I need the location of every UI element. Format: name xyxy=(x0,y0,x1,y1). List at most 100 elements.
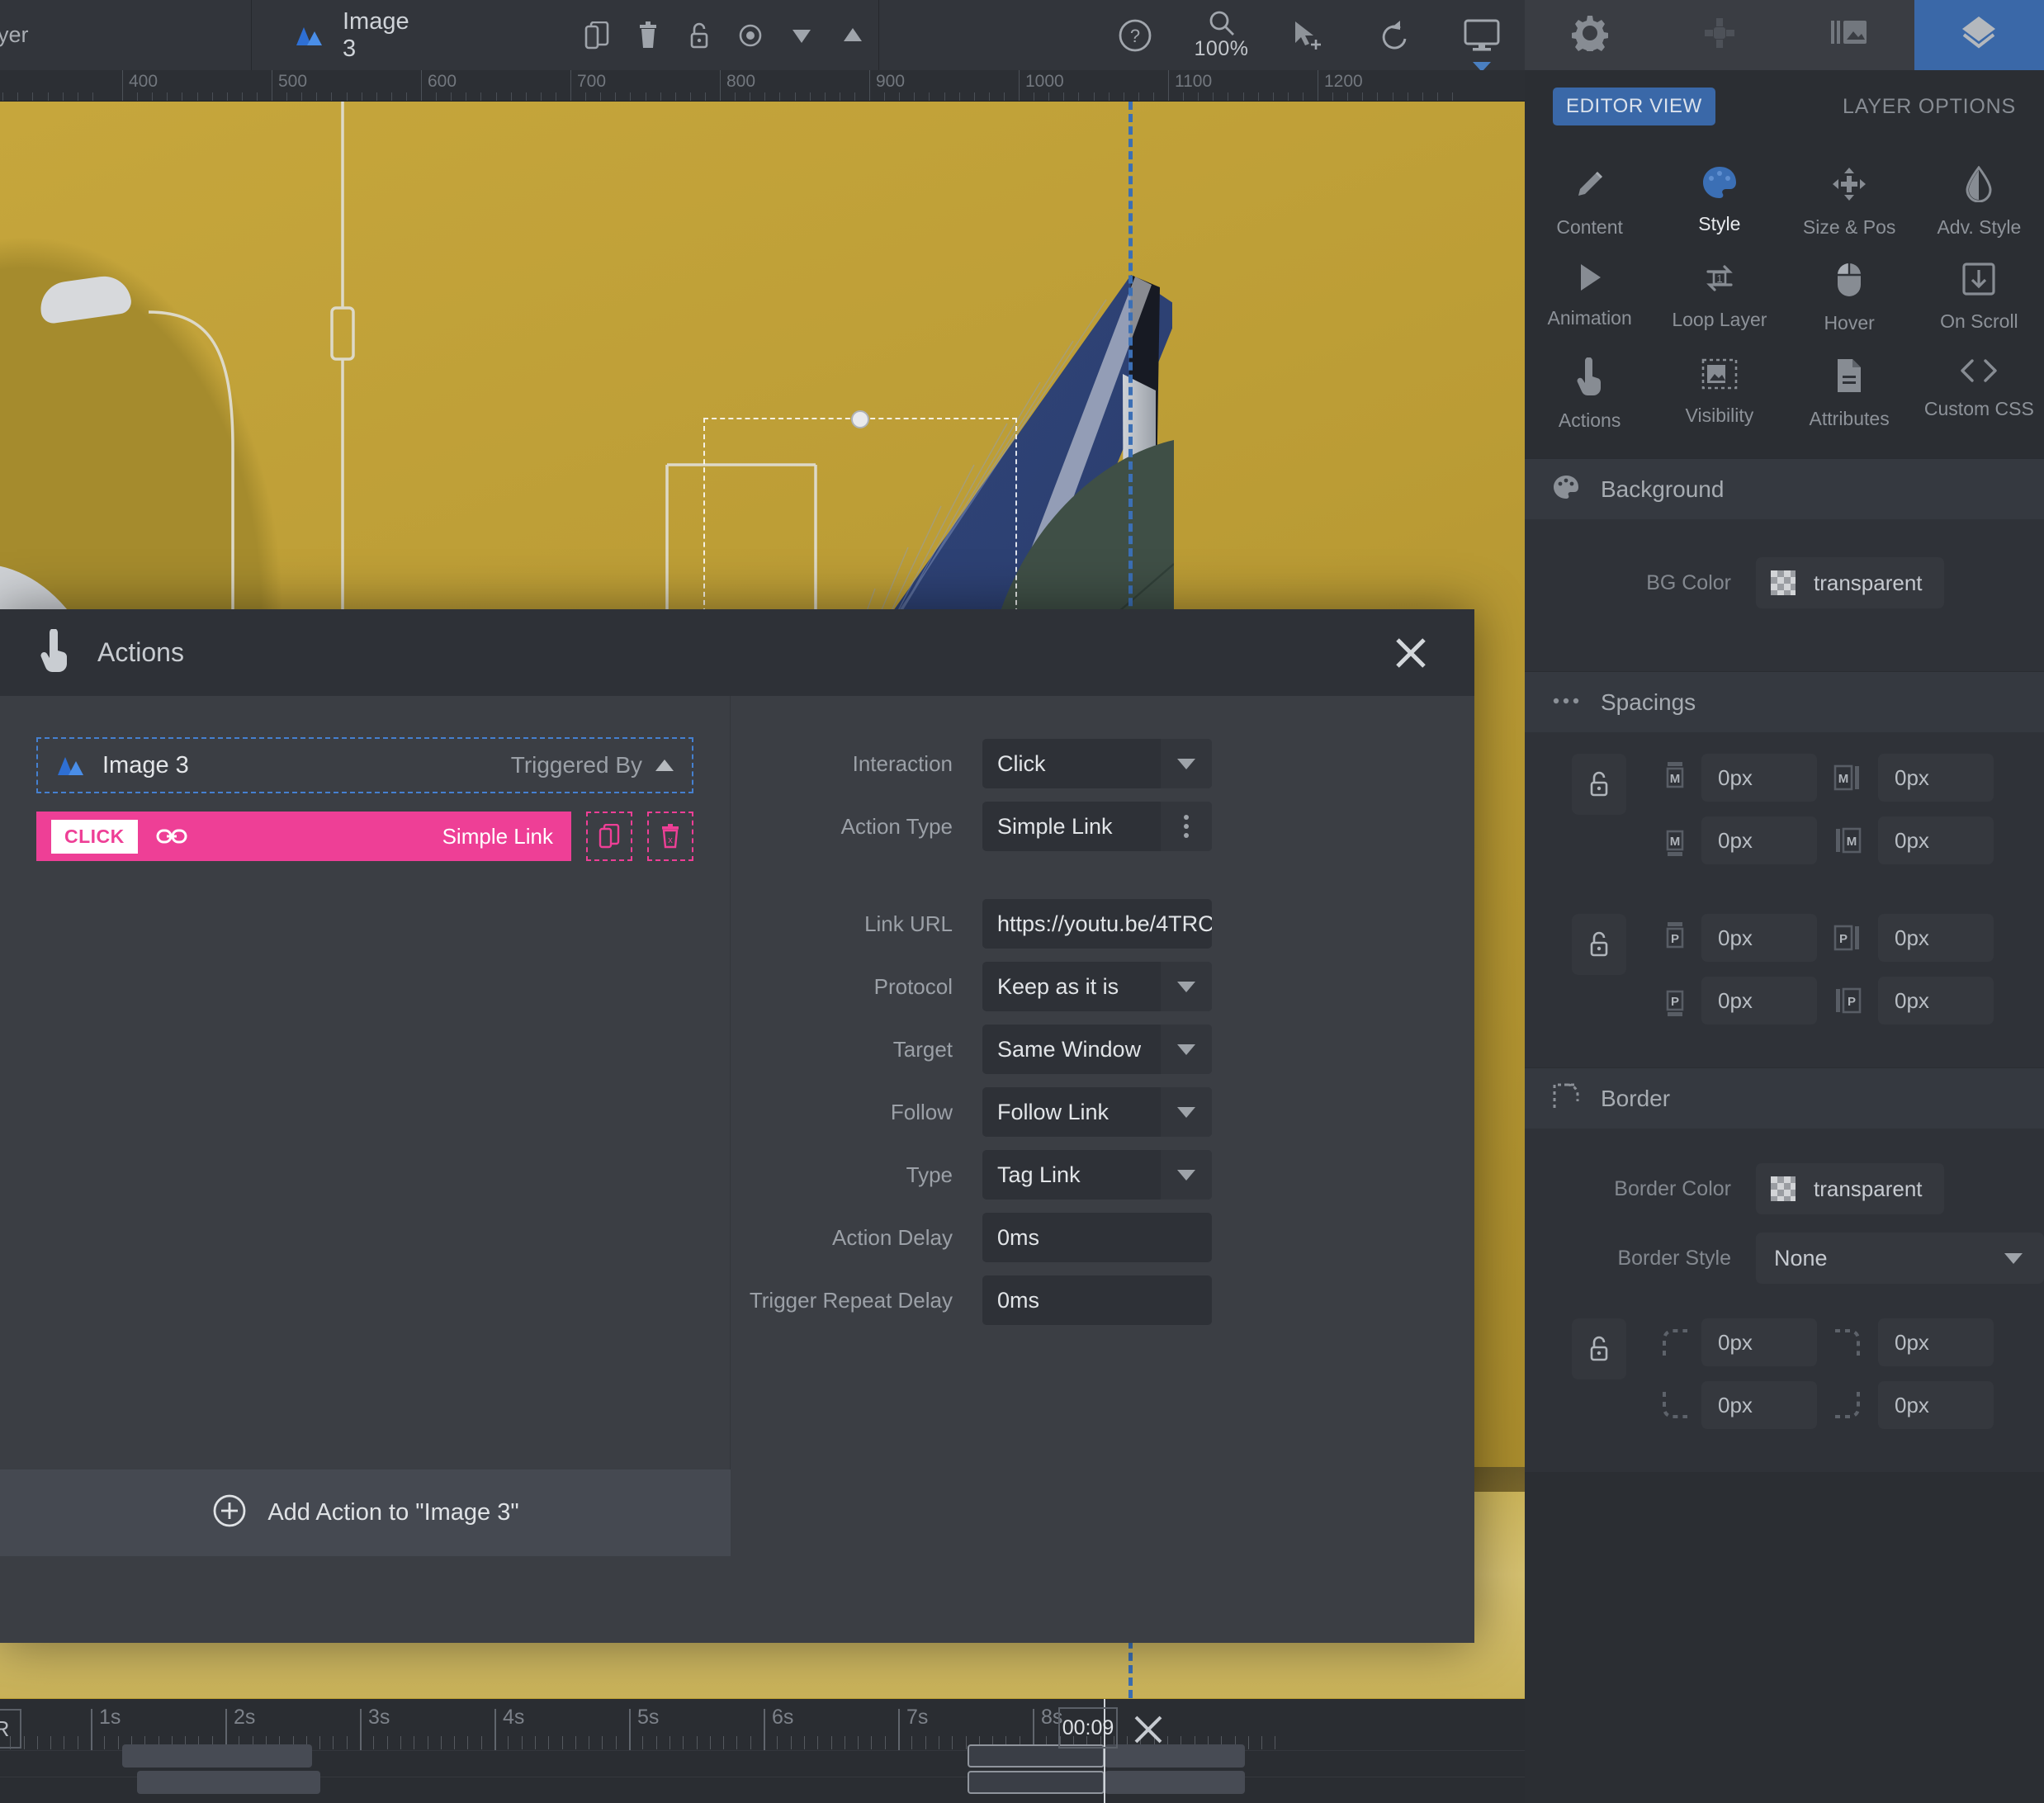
monitor-icon[interactable] xyxy=(1438,0,1525,72)
timeline-bar[interactable] xyxy=(122,1744,312,1768)
margin-lock-button[interactable] xyxy=(1572,754,1626,815)
padding-top-field[interactable]: 0px xyxy=(1701,914,1817,962)
actions-layer-row[interactable]: Image 3 Triggered By xyxy=(36,737,693,793)
field-control[interactable]: 0ms xyxy=(982,1213,1212,1262)
radius-tr-field[interactable]: 0px xyxy=(1878,1318,1994,1366)
editor-view-pill[interactable]: EDITOR VIEW xyxy=(1553,88,1715,125)
field-control[interactable]: Keep as it is xyxy=(982,962,1212,1011)
duplicate-icon[interactable] xyxy=(586,812,632,861)
trash-icon[interactable] xyxy=(622,0,674,70)
padding-left-field[interactable]: 0px xyxy=(1878,977,1994,1025)
action-item-main[interactable]: CLICK Simple Link xyxy=(36,812,571,861)
unlock-icon[interactable] xyxy=(674,0,725,70)
border-section-header[interactable]: Border xyxy=(1525,1067,2044,1129)
field-control[interactable]: Follow Link xyxy=(982,1087,1212,1137)
selection-handle[interactable] xyxy=(851,410,869,428)
kebab-menu-icon[interactable] xyxy=(1161,802,1212,851)
undo-icon[interactable] xyxy=(1351,0,1438,70)
tab-slides[interactable] xyxy=(1784,0,1914,70)
timeline-ruler[interactable]: R 1s 2s 3s 4s 5s 6s 7s 8s xyxy=(0,1699,1525,1750)
move-up-icon[interactable] xyxy=(827,0,878,70)
add-action-button[interactable]: Add Action to "Image 3" xyxy=(0,1469,731,1556)
field-value: 0ms xyxy=(997,1288,1040,1313)
radius-tl-field[interactable]: 0px xyxy=(1701,1318,1817,1366)
background-section-header[interactable]: Background xyxy=(1525,458,2044,519)
timeline-close-icon[interactable] xyxy=(1129,1711,1167,1749)
zoom-level-button[interactable]: 100% xyxy=(1178,0,1265,70)
chevron-down-icon[interactable] xyxy=(1161,962,1212,1011)
layer-option-actions[interactable]: Actions xyxy=(1525,344,1654,442)
copy-icon[interactable] xyxy=(571,0,622,70)
margin-bottom-field[interactable]: 0px xyxy=(1701,816,1817,864)
ruler-minor-tick xyxy=(32,92,34,101)
field-control[interactable]: Simple Link xyxy=(982,802,1212,851)
border-color-field[interactable]: transparent xyxy=(1756,1163,1944,1214)
layer-option-loop-layer[interactable]: 1 Loop Layer xyxy=(1654,248,1784,344)
timeline[interactable]: R 1s 2s 3s 4s 5s 6s 7s 8s 00:09 xyxy=(0,1698,1525,1803)
layer-option-adv-style[interactable]: Adv. Style xyxy=(1914,153,2044,248)
action-list-item[interactable]: CLICK Simple Link x xyxy=(36,812,693,861)
field-control[interactable]: Click xyxy=(982,739,1212,788)
margin-right-field[interactable]: 0px xyxy=(1878,754,1994,802)
trash-x-icon[interactable]: x xyxy=(647,812,693,861)
field-control[interactable]: Same Window xyxy=(982,1025,1212,1074)
ruler-minor-tick xyxy=(794,92,796,101)
layer-option-attributes[interactable]: Attributes xyxy=(1785,344,1914,442)
svg-text:1: 1 xyxy=(1716,272,1722,285)
field-control[interactable]: https://youtu.be/4TRC7h9x6 xyxy=(982,899,1212,949)
chevron-down-icon[interactable] xyxy=(1161,1150,1212,1200)
layer-option-style[interactable]: Style xyxy=(1654,153,1784,248)
padding-right-field[interactable]: 0px xyxy=(1878,914,1994,962)
layer-option-on-scroll[interactable]: On Scroll xyxy=(1914,248,2044,344)
layer-option-content[interactable]: Content xyxy=(1525,153,1654,248)
field-label: Type xyxy=(906,1162,953,1187)
spacings-section-header[interactable]: Spacings xyxy=(1525,671,2044,732)
chevron-down-icon[interactable] xyxy=(1161,1025,1212,1074)
timeline-bar[interactable] xyxy=(1105,1771,1245,1794)
layer-option-label: Style xyxy=(1698,213,1741,234)
field-control[interactable]: 0ms xyxy=(982,1275,1212,1325)
cursor-plus-icon[interactable] xyxy=(1265,0,1351,70)
triggered-by-toggle[interactable]: Triggered By xyxy=(511,752,674,778)
bg-color-field[interactable]: transparent xyxy=(1756,557,1944,608)
chevron-down-icon[interactable] xyxy=(1161,739,1212,788)
layer-option-hover[interactable]: Hover xyxy=(1785,248,1914,344)
timeline-bar[interactable] xyxy=(137,1771,320,1794)
actions-dialog[interactable]: Actions Image 3 Triggered By CLICK Simpl… xyxy=(0,609,1474,1643)
timeline-minor-tick xyxy=(683,1736,684,1749)
move-down-icon[interactable] xyxy=(776,0,827,70)
ruler-minor-tick xyxy=(167,92,168,101)
field-value: Follow Link xyxy=(997,1099,1110,1124)
radius-br-field[interactable]: 0px xyxy=(1878,1381,1994,1429)
tab-plugins[interactable] xyxy=(1654,0,1785,70)
field-control[interactable]: Tag Link xyxy=(982,1150,1212,1200)
tab-settings[interactable] xyxy=(1525,0,1655,70)
layer-options-label[interactable]: LAYER OPTIONS xyxy=(1843,95,2016,119)
action-item-type: Simple Link xyxy=(442,823,553,849)
radius-bl-field[interactable]: 0px xyxy=(1701,1381,1817,1429)
layer-option-animation[interactable]: Animation xyxy=(1525,248,1654,344)
border-style-select[interactable]: None xyxy=(1756,1233,2044,1284)
layer-option-custom-css[interactable]: Custom CSS xyxy=(1914,344,2044,442)
timeline-current-time[interactable]: 00:09 xyxy=(1058,1707,1118,1749)
help-circle-icon[interactable]: ? xyxy=(1091,0,1178,70)
layer-option-visibility[interactable]: Visibility xyxy=(1654,344,1784,442)
repeat-one-icon: 1 xyxy=(1701,262,1738,299)
timeline-bar-selected[interactable] xyxy=(968,1771,1105,1794)
field-row: Trigger Repeat Delay 0ms xyxy=(731,1275,1375,1325)
layer-option-size-pos[interactable]: Size & Pos xyxy=(1785,153,1914,248)
padding-lock-button[interactable] xyxy=(1572,914,1626,975)
eye-icon[interactable] xyxy=(725,0,776,70)
timeline-bar[interactable] xyxy=(1105,1744,1245,1768)
layer-name-cell[interactable]: Image 3 xyxy=(252,0,879,70)
margin-left-field[interactable]: 0px xyxy=(1878,816,1994,864)
chevron-down-icon[interactable] xyxy=(1161,1087,1212,1137)
timeline-row[interactable] xyxy=(0,1771,1525,1803)
padding-bottom-field[interactable]: 0px xyxy=(1701,977,1817,1025)
close-icon[interactable] xyxy=(1390,632,1431,674)
border-radius-lock-button[interactable] xyxy=(1572,1318,1626,1379)
hand-pointer-icon xyxy=(38,628,71,676)
margin-top-field[interactable]: 0px xyxy=(1701,754,1817,802)
timeline-tick-label: 5s xyxy=(637,1706,660,1729)
tab-layers[interactable] xyxy=(1914,0,2044,70)
